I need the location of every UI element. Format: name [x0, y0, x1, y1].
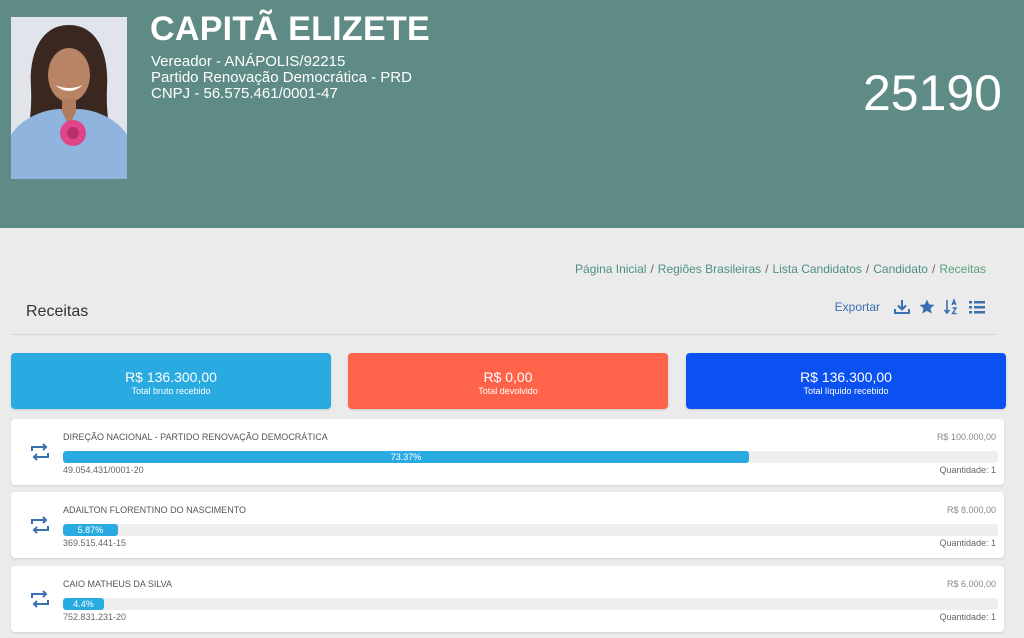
donor-document: 752.831.231-20 — [63, 612, 127, 622]
summary-label: Total devolvido — [478, 386, 538, 396]
download-icon[interactable] — [893, 298, 911, 316]
progress-fill: 73.37% — [63, 451, 749, 463]
donor-amount: R$ 100.000,00 — [936, 432, 996, 442]
donor-amount: R$ 6.000,00 — [946, 579, 996, 589]
candidate-number: 25190 — [862, 65, 1002, 121]
breadcrumb-separator: / — [931, 262, 936, 276]
candidate-photo — [11, 17, 127, 179]
section-divider — [12, 334, 997, 335]
summary-card-net: R$ 136.300,00 Total líquido recebido — [686, 353, 1006, 409]
candidate-name: CAPITÃ ELIZETE — [150, 10, 430, 48]
progress-track: 5.87% — [63, 524, 998, 536]
summary-card-returned: R$ 0,00 Total devolvido — [348, 353, 668, 409]
breadcrumb-separator: / — [865, 262, 870, 276]
export-button[interactable]: Exportar — [835, 300, 880, 314]
list-item[interactable]: DIREÇÃO NACIONAL - PARTIDO RENOVAÇÃO DEM… — [11, 419, 1004, 485]
candidate-party: Partido Renovação Democrática - PRD — [151, 69, 412, 86]
breadcrumb: Página Inicial / Regiões Brasileiras / Lista… — [575, 262, 986, 276]
candidate-cnpj: CNPJ - 56.575.461/0001-47 — [151, 85, 338, 102]
summary-label: Total líquido recebido — [803, 386, 889, 396]
transfer-icon — [29, 516, 51, 534]
sort-icon[interactable] — [943, 298, 961, 316]
summary-label: Total bruto recebido — [131, 386, 211, 396]
donor-document: 49.054.431/0001-20 — [63, 465, 144, 475]
donor-name: CAIO MATHEUS DA SILVA — [63, 579, 173, 589]
list-item[interactable]: ADAILTON FLORENTINO DO NASCIMENTO R$ 8.0… — [11, 492, 1004, 558]
donor-quantity: Quantidade: 1 — [939, 612, 996, 622]
donor-quantity: Quantidade: 1 — [939, 465, 996, 475]
section-title: Receitas — [26, 303, 89, 320]
breadcrumb-item-candidates[interactable]: Lista Candidatos — [773, 262, 862, 276]
progress-fill: 4.4% — [63, 598, 105, 610]
candidate-office: Vereador - ANÁPOLIS/92215 — [151, 53, 346, 70]
transfer-icon — [29, 443, 51, 461]
breadcrumb-separator: / — [650, 262, 654, 276]
donor-amount: R$ 8.000,00 — [946, 505, 996, 515]
progress-track: 73.37% — [63, 451, 998, 463]
list-item[interactable]: CAIO MATHEUS DA SILVA R$ 6.000,00 4.4% 7… — [11, 566, 1004, 632]
donor-quantity: Quantidade: 1 — [939, 538, 996, 548]
breadcrumb-item-receitas: Receitas — [939, 262, 986, 276]
summary-amount: R$ 136.300,00 — [800, 369, 892, 385]
transfer-icon — [29, 590, 51, 608]
breadcrumb-item-home[interactable]: Página Inicial — [575, 262, 646, 276]
progress-fill: 5.87% — [63, 524, 118, 536]
donor-document: 369.515.441-15 — [63, 538, 127, 548]
progress-track: 4.4% — [63, 598, 998, 610]
summary-card-gross: R$ 136.300,00 Total bruto recebido — [11, 353, 331, 409]
donor-name: ADAILTON FLORENTINO DO NASCIMENTO — [63, 505, 247, 515]
breadcrumb-item-candidate[interactable]: Candidato — [873, 262, 928, 276]
list-icon[interactable] — [968, 298, 986, 316]
donor-name: DIREÇÃO NACIONAL - PARTIDO RENOVAÇÃO DEM… — [63, 432, 328, 442]
summary-amount: R$ 136.300,00 — [125, 369, 217, 385]
breadcrumb-separator: / — [765, 262, 769, 276]
star-icon[interactable] — [918, 298, 936, 316]
summary-amount: R$ 0,00 — [483, 369, 533, 385]
candidate-header: CAPITÃ ELIZETE Vereador - ANÁPOLIS/92215… — [0, 0, 1024, 228]
toolbar: Exportar — [835, 298, 986, 316]
breadcrumb-item-regions[interactable]: Regiões Brasileiras — [658, 262, 761, 276]
